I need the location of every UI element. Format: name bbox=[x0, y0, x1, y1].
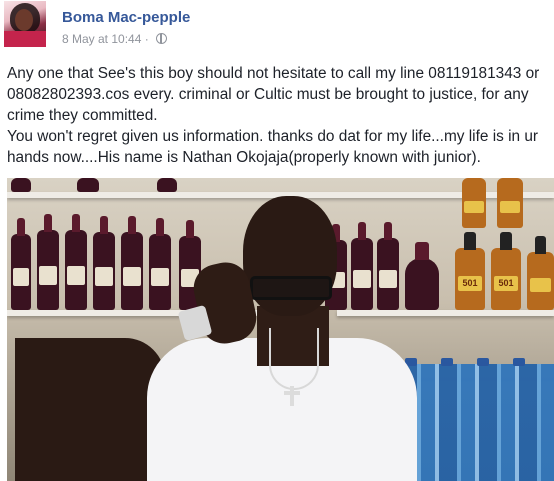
bottle bbox=[121, 216, 143, 310]
bottle-label bbox=[464, 200, 484, 213]
bottle-neck bbox=[383, 222, 393, 240]
bottle-label bbox=[353, 270, 371, 288]
bottle-cap bbox=[513, 358, 525, 366]
bottle bbox=[462, 178, 486, 228]
bottle-label bbox=[529, 278, 552, 292]
bottle-neck bbox=[71, 214, 81, 232]
bottle-neck bbox=[415, 242, 429, 260]
post-header: Boma Mac-pepple 8 May at 10:44 · bbox=[0, 0, 554, 62]
bottle bbox=[377, 222, 399, 310]
bottle-label bbox=[95, 267, 113, 286]
shelf bbox=[337, 310, 554, 316]
cross-pendant-bar bbox=[284, 391, 300, 395]
post-paragraph-1: Any one that See's this boy should not h… bbox=[7, 65, 540, 124]
bottle bbox=[11, 218, 31, 310]
bottle-neck bbox=[500, 232, 512, 250]
bottle-neck bbox=[464, 232, 476, 250]
person-arm bbox=[15, 338, 165, 481]
post-timestamp-link[interactable]: 8 May at 10:44 bbox=[62, 32, 141, 46]
bottle-label bbox=[13, 268, 29, 287]
bottle: 501 bbox=[491, 232, 521, 310]
bottle-label bbox=[39, 266, 57, 286]
globe-icon[interactable] bbox=[156, 33, 168, 44]
bottle-label bbox=[151, 268, 169, 287]
bottle bbox=[65, 214, 87, 310]
necklace-chain bbox=[269, 328, 319, 390]
bottle-neck bbox=[535, 236, 546, 254]
bottle-cap bbox=[441, 358, 453, 366]
bottle-label bbox=[499, 200, 521, 213]
bottle bbox=[11, 178, 31, 192]
bottle bbox=[527, 236, 554, 310]
meta-separator: · bbox=[144, 32, 149, 46]
bottle bbox=[37, 214, 59, 310]
post-meta: 8 May at 10:44 · bbox=[62, 32, 168, 46]
avatar-clothing bbox=[4, 31, 46, 47]
bottle bbox=[93, 216, 115, 310]
post-photo[interactable]: 501 501 bbox=[7, 178, 554, 481]
bottle: 501 bbox=[455, 232, 485, 310]
bottle bbox=[77, 178, 99, 192]
bottle bbox=[497, 178, 523, 228]
bottle-neck bbox=[43, 214, 53, 232]
bottle-neck bbox=[127, 216, 137, 234]
avatar-face bbox=[15, 9, 33, 31]
bottle bbox=[149, 218, 171, 310]
bottle bbox=[351, 222, 373, 310]
bottle-neck bbox=[185, 220, 195, 238]
bottle bbox=[157, 178, 177, 192]
bottle-neck bbox=[357, 222, 367, 240]
bottle-label bbox=[379, 270, 397, 288]
post-paragraph-2: You won't regret given us information. t… bbox=[7, 128, 539, 166]
water-bottles bbox=[399, 358, 554, 481]
cross-pendant bbox=[290, 386, 294, 406]
bottle-label bbox=[67, 266, 85, 286]
bottle-neck bbox=[155, 218, 165, 236]
bottle bbox=[405, 242, 439, 310]
bottle-cap bbox=[477, 358, 489, 366]
avatar[interactable] bbox=[4, 1, 46, 47]
person-glasses bbox=[250, 276, 332, 300]
bottle-label bbox=[123, 267, 141, 286]
post-body: Any one that See's this boy should not h… bbox=[7, 63, 552, 168]
bottle-neck bbox=[99, 216, 109, 234]
bottle-label: 501 bbox=[458, 275, 482, 291]
bottle-label: 501 bbox=[494, 275, 518, 291]
bottle-neck bbox=[17, 218, 25, 236]
author-name-link[interactable]: Boma Mac-pepple bbox=[62, 9, 190, 26]
